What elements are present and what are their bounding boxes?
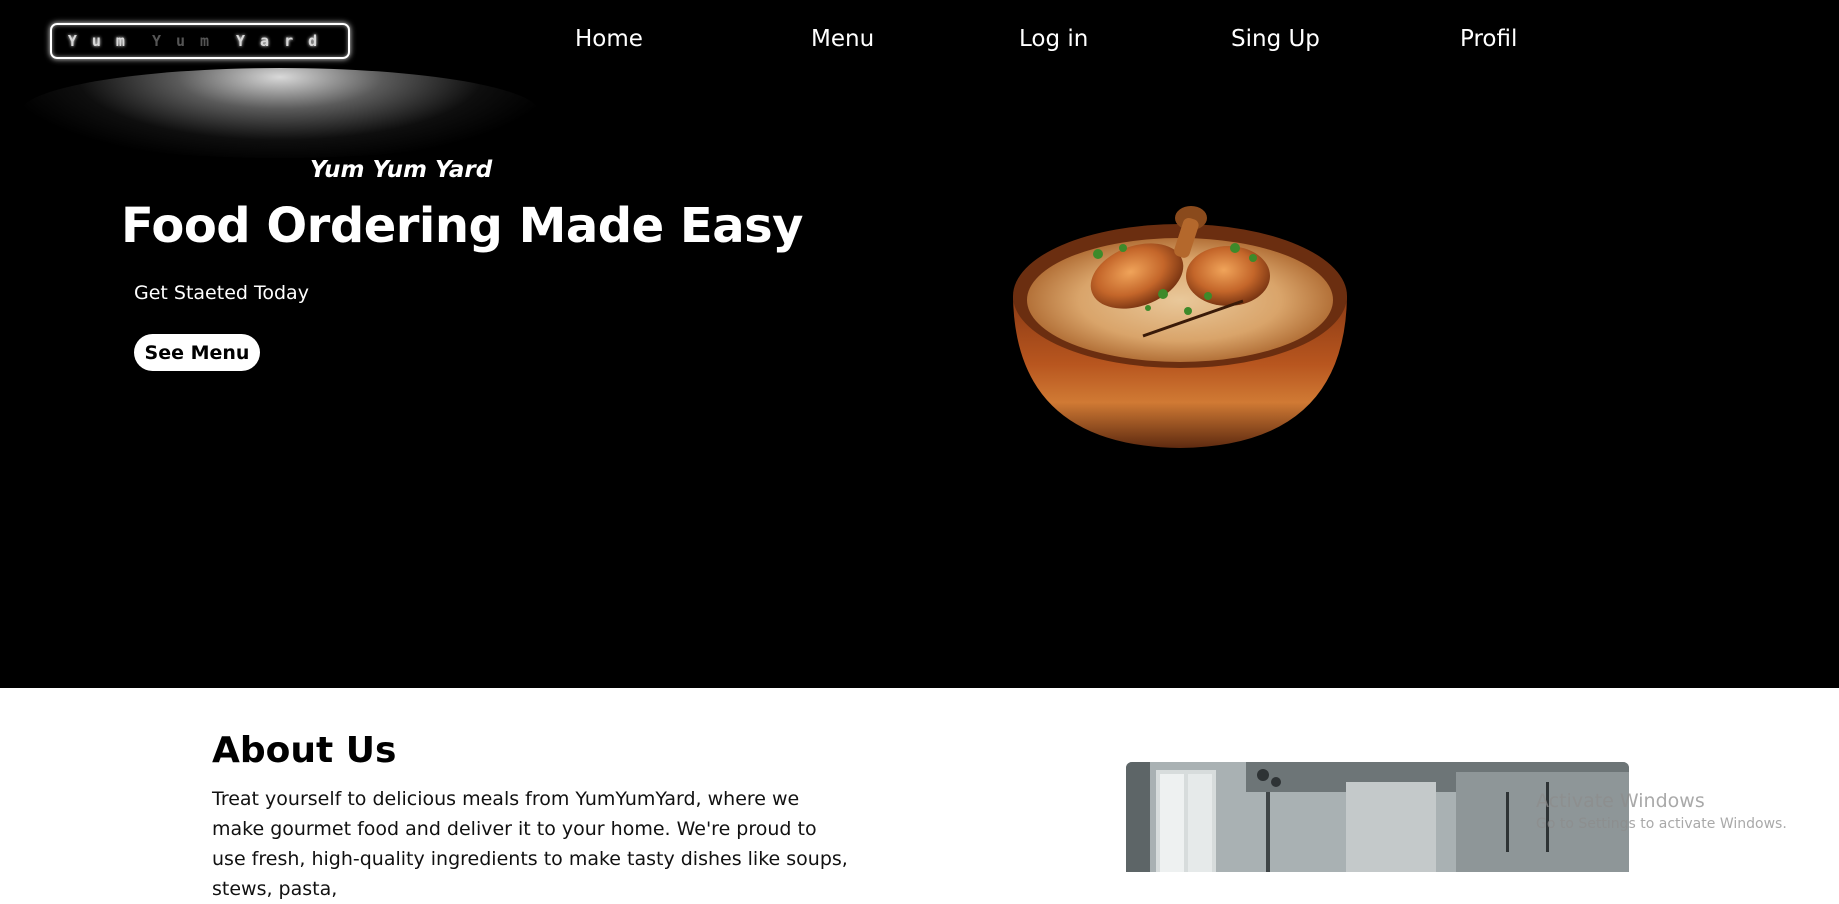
windows-activation-watermark: Activate Windows Go to Settings to activ…	[1536, 790, 1787, 832]
hero-title: Food Ordering Made Easy	[121, 198, 803, 254]
hero-subtitle: Yum Yum Yard	[310, 157, 493, 183]
about-text: Treat yourself to delicious meals from Y…	[212, 788, 848, 900]
nav-home-link[interactable]: Home	[575, 26, 643, 52]
watermark-title: Activate Windows	[1536, 790, 1705, 812]
nav-signup-link[interactable]: Sing Up	[1231, 26, 1320, 52]
logo-word-1: Yum	[67, 32, 140, 50]
nav-menu-link[interactable]: Menu	[811, 26, 874, 52]
nav-profile-link[interactable]: Profil	[1460, 26, 1517, 52]
logo-glow	[20, 68, 540, 158]
about-title: About Us	[212, 730, 397, 771]
see-menu-button[interactable]: See Menu	[134, 334, 260, 371]
biryani-bowl-image	[1003, 196, 1357, 454]
hero-tagline: Get Staeted Today	[134, 282, 309, 304]
logo-word-2: Yum	[151, 32, 225, 50]
hero-section: Yum Yum Yard Home Menu Log in Sing Up Pr…	[0, 0, 1839, 688]
logo-word-3: Yard	[236, 32, 333, 50]
nav-login-link[interactable]: Log in	[1019, 26, 1088, 52]
site-logo[interactable]: Yum Yum Yard	[50, 23, 350, 59]
watermark-subtitle: Go to Settings to activate Windows.	[1536, 816, 1787, 832]
